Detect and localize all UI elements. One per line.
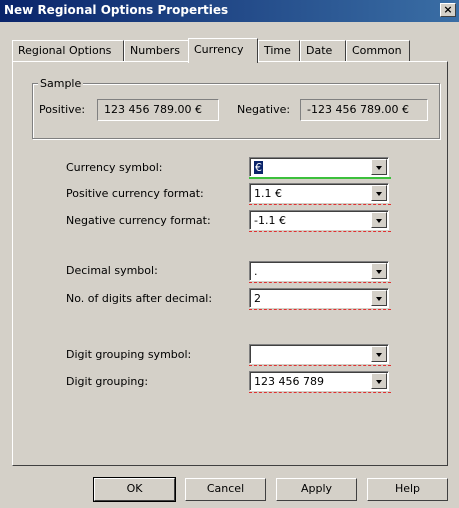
validation-underline: [249, 392, 391, 393]
chevron-down-icon[interactable]: [371, 290, 387, 306]
chevron-down-icon[interactable]: [371, 185, 387, 201]
grouping-symbol-label: Digit grouping symbol:: [66, 348, 192, 361]
close-icon: ×: [443, 3, 453, 16]
dialog-window: New Regional Options Properties × Region…: [0, 0, 459, 508]
tab-currency[interactable]: Currency: [188, 38, 258, 63]
cancel-button[interactable]: Cancel: [185, 478, 266, 501]
digits-after-decimal-value: 2: [254, 292, 261, 305]
digit-grouping-combo[interactable]: 123 456 789: [249, 371, 389, 391]
sample-legend: Sample: [38, 77, 84, 90]
chevron-down-icon[interactable]: [371, 346, 387, 362]
chevron-down-icon[interactable]: [371, 263, 387, 279]
positive-format-combo[interactable]: 1.1 €: [249, 183, 389, 203]
help-button[interactable]: Help: [367, 478, 448, 501]
positive-label: Positive:: [39, 103, 86, 116]
validation-underline: [249, 309, 391, 310]
decimal-symbol-label: Decimal symbol:: [66, 264, 158, 277]
currency-symbol-combo[interactable]: €: [249, 157, 389, 177]
positive-format-value: 1.1 €: [254, 187, 282, 200]
chevron-down-icon[interactable]: [371, 159, 387, 175]
tab-time[interactable]: Time: [258, 40, 300, 62]
validation-underline: [249, 231, 391, 232]
tab-numbers[interactable]: Numbers: [124, 40, 190, 62]
tab-strip: Regional Options Numbers Currency Time D…: [12, 38, 452, 63]
chevron-down-icon[interactable]: [371, 212, 387, 228]
digit-grouping-value: 123 456 789: [254, 375, 324, 388]
title-bar[interactable]: New Regional Options Properties ×: [0, 0, 459, 22]
focus-underline: [249, 177, 391, 179]
close-button[interactable]: ×: [440, 3, 456, 17]
window-title: New Regional Options Properties: [4, 3, 229, 17]
tab-regional-options[interactable]: Regional Options: [12, 40, 124, 62]
chevron-down-icon[interactable]: [371, 373, 387, 389]
tab-date[interactable]: Date: [300, 40, 346, 62]
apply-button[interactable]: Apply: [276, 478, 357, 501]
negative-sample-value: -123 456 789.00 €: [300, 99, 428, 121]
validation-underline: [249, 204, 391, 205]
digits-after-decimal-label: No. of digits after decimal:: [66, 292, 213, 305]
grouping-symbol-combo[interactable]: [249, 344, 389, 364]
ok-button[interactable]: OK: [93, 477, 176, 502]
tab-common[interactable]: Common: [346, 40, 410, 62]
validation-underline: [249, 282, 391, 283]
negative-label: Negative:: [237, 103, 291, 116]
positive-format-label: Positive currency format:: [66, 187, 204, 200]
validation-underline: [249, 365, 391, 366]
negative-format-value: -1.1 €: [254, 214, 286, 227]
negative-format-combo[interactable]: -1.1 €: [249, 210, 389, 230]
digit-grouping-label: Digit grouping:: [66, 375, 149, 388]
currency-symbol-value: €: [254, 161, 263, 174]
positive-sample-value: 123 456 789.00 €: [97, 99, 219, 121]
digits-after-decimal-combo[interactable]: 2: [249, 288, 389, 308]
decimal-symbol-combo[interactable]: .: [249, 261, 389, 281]
decimal-symbol-value: .: [254, 265, 258, 278]
negative-format-label: Negative currency format:: [66, 214, 211, 227]
currency-symbol-label: Currency symbol:: [66, 161, 163, 174]
